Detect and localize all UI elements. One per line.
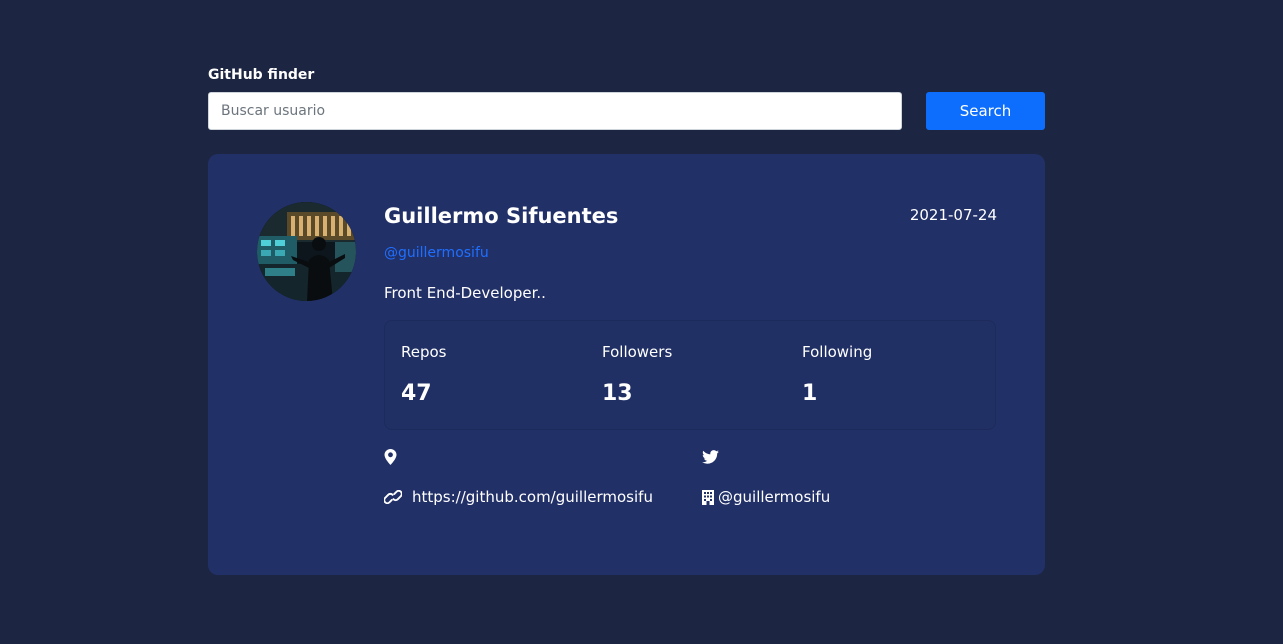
twitter-icon — [702, 450, 719, 464]
company-item: @guillermosifu — [702, 486, 830, 508]
app-title: GitHub finder — [208, 67, 315, 83]
avatar-image — [257, 202, 356, 301]
search-input[interactable] — [208, 92, 902, 130]
building-icon — [702, 489, 714, 505]
location-pin-icon — [384, 449, 397, 465]
stat-followers: Followers 13 — [602, 341, 782, 409]
stat-label: Followers — [602, 343, 673, 361]
github-finder-app: GitHub finder Search — [208, 66, 1045, 575]
stat-value: 1 — [802, 381, 818, 406]
user-login-link[interactable]: @guillermosifu — [384, 243, 489, 263]
profile-card: Guillermo Sifuentes 2021-07-24 @guillerm… — [208, 154, 1045, 575]
location-item — [384, 446, 407, 468]
joined-date: 2021-07-24 — [909, 206, 997, 224]
stat-following: Following 1 — [802, 341, 982, 409]
stat-label: Following — [802, 343, 873, 361]
avatar — [257, 202, 356, 301]
stat-value: 47 — [401, 381, 432, 406]
search-row: Search — [208, 92, 1045, 130]
stat-value: 13 — [602, 381, 633, 406]
link-icon — [384, 490, 402, 504]
blog-item: https://github.com/guillermosifu — [384, 486, 653, 508]
user-name: Guillermo Sifuentes — [384, 204, 619, 228]
user-bio: Front End-Developer.. — [384, 284, 546, 302]
search-button[interactable]: Search — [926, 92, 1045, 130]
twitter-item — [702, 446, 729, 468]
blog-link[interactable]: https://github.com/guillermosifu — [412, 488, 653, 506]
stats-panel: Repos 47 Followers 13 Following 1 — [384, 320, 996, 430]
stat-repos: Repos 47 — [401, 341, 581, 409]
profile-links: https://github.com/guillermosifu @guille… — [384, 446, 996, 516]
company-text: @guillermosifu — [718, 488, 831, 506]
stat-label: Repos — [401, 343, 447, 361]
